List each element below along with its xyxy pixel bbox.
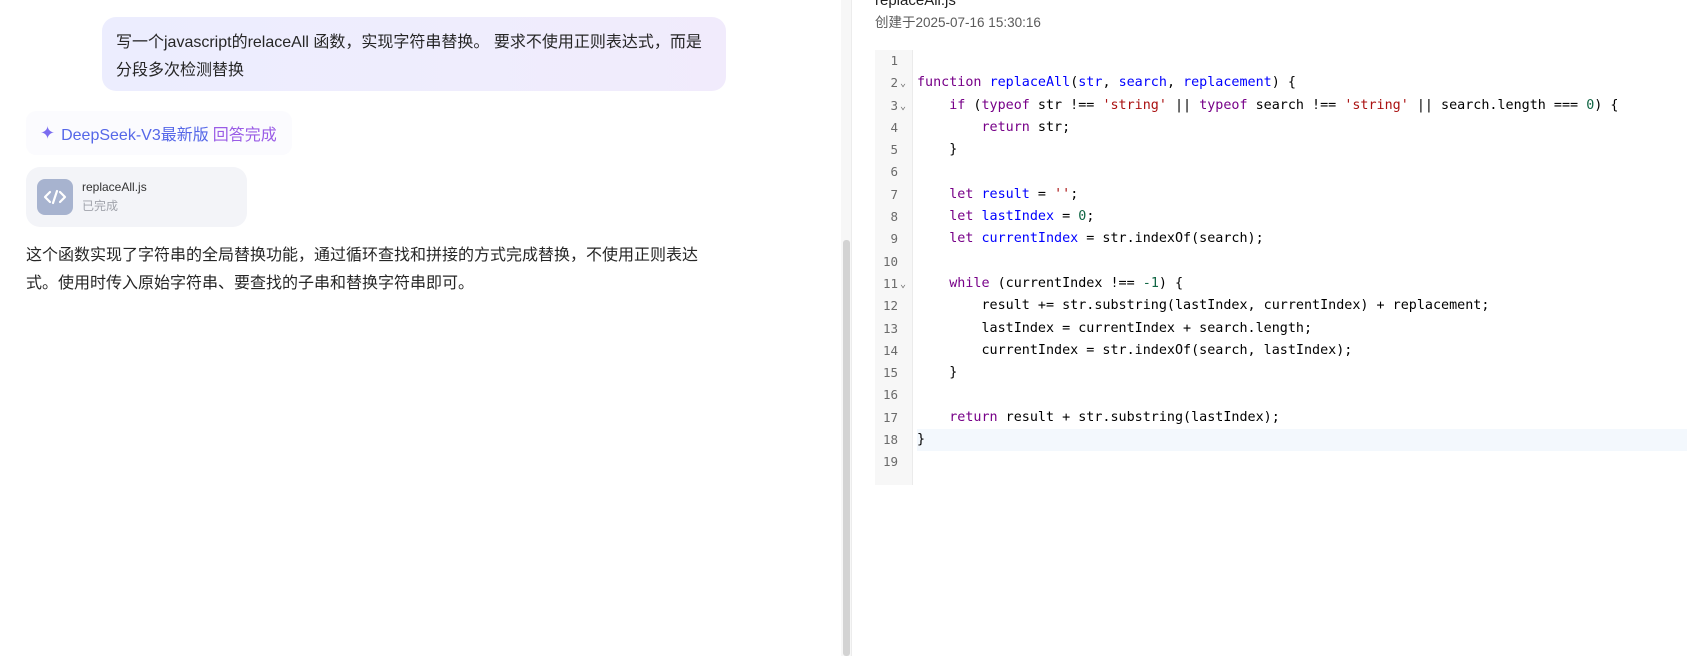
code-file-title: replaceAll.js bbox=[875, 0, 956, 9]
line-number: 19 bbox=[882, 454, 898, 470]
code-line[interactable]: 7 let result = ''; bbox=[875, 184, 1687, 206]
code-line[interactable]: 14 currentIndex = str.indexOf(search, la… bbox=[875, 340, 1687, 362]
code-line[interactable]: 2 ⌄ function replaceAll(str, search, repla… bbox=[875, 72, 1687, 94]
code-text: if (typeof str !== 'string' || typeof se… bbox=[949, 97, 1619, 113]
line-number: 13 bbox=[882, 320, 898, 336]
code-line[interactable]: 19 bbox=[875, 451, 1687, 473]
chat-pane: 写一个javascript的relaceAll 函数，实现字符串替换。 要求不使… bbox=[0, 0, 790, 656]
answer-status: 回答完成 bbox=[212, 127, 277, 144]
code-line[interactable]: 6 bbox=[875, 161, 1687, 183]
code-line[interactable]: 17 return result + str.substring(lastInd… bbox=[875, 407, 1687, 429]
model-name: DeepSeek-V3最新版 bbox=[61, 127, 209, 144]
code-icon bbox=[37, 179, 73, 215]
code-line[interactable]: 11 ⌄ while (currentIndex !== -1) { bbox=[875, 273, 1687, 295]
code-line[interactable]: 4 return str; bbox=[875, 117, 1687, 139]
fold-chevron-icon[interactable]: ⌄ bbox=[900, 96, 906, 118]
code-line[interactable]: 12 result += str.substring(lastIndex, cu… bbox=[875, 295, 1687, 317]
code-line[interactable]: 9 let currentIndex = str.indexOf(search)… bbox=[875, 228, 1687, 250]
code-line[interactable]: 15 } bbox=[875, 362, 1687, 384]
code-text: let currentIndex = str.indexOf(search); bbox=[949, 231, 1264, 247]
code-line[interactable]: 16 bbox=[875, 384, 1687, 406]
line-number: 9 bbox=[890, 231, 898, 247]
line-number: 11 bbox=[882, 275, 898, 291]
fold-chevron-icon[interactable]: ⌄ bbox=[900, 73, 906, 95]
line-number: 4 bbox=[890, 119, 898, 135]
code-text: lastIndex = currentIndex + search.length… bbox=[917, 320, 1313, 336]
code-line[interactable]: 13 lastIndex = currentIndex + search.len… bbox=[875, 318, 1687, 340]
code-line[interactable]: 18} bbox=[875, 429, 1687, 452]
line-number: 5 bbox=[890, 142, 898, 158]
line-number: 14 bbox=[882, 342, 898, 358]
fold-chevron-icon[interactable]: ⌄ bbox=[900, 274, 906, 296]
line-number: 18 bbox=[882, 432, 898, 448]
file-card[interactable]: replaceAll.js 已完成 bbox=[26, 167, 247, 227]
code-editor[interactable]: 1 2 ⌄ function replaceAll(str, search, rep… bbox=[875, 50, 1687, 485]
line-number: 3 bbox=[890, 97, 898, 113]
line-number: 6 bbox=[890, 164, 898, 180]
line-number: 12 bbox=[882, 298, 898, 314]
code-text: function replaceAll(str, search, replace… bbox=[917, 75, 1296, 91]
code-line[interactable]: 1 bbox=[875, 50, 1687, 72]
code-text: } bbox=[917, 429, 1687, 452]
code-text: let result = ''; bbox=[949, 186, 1079, 202]
line-number: 7 bbox=[890, 186, 898, 202]
line-number: 8 bbox=[890, 209, 898, 225]
code-text: while (currentIndex !== -1) { bbox=[949, 275, 1184, 291]
code-line[interactable]: 3 ⌄ if (typeof str !== 'string' || typeof… bbox=[875, 95, 1687, 117]
line-number: 16 bbox=[882, 387, 898, 403]
model-status-pill[interactable]: ✦ DeepSeek-V3最新版 回答完成 bbox=[26, 111, 292, 155]
line-number: 1 bbox=[890, 53, 898, 68]
file-status: 已完成 bbox=[82, 199, 119, 213]
code-text: } bbox=[917, 142, 958, 158]
code-text: } bbox=[917, 365, 958, 381]
code-preview-pane: replaceAll.js 创建于2025-07-16 15:30:16 1 2… bbox=[852, 0, 1687, 656]
code-line[interactable]: 5 } bbox=[875, 139, 1687, 161]
code-text: let lastIndex = 0; bbox=[949, 209, 1095, 225]
user-message-bubble: 写一个javascript的relaceAll 函数，实现字符串替换。 要求不使… bbox=[102, 17, 726, 91]
code-text: currentIndex = str.indexOf(search, lastI… bbox=[917, 342, 1353, 358]
file-name: replaceAll.js bbox=[82, 180, 147, 194]
chat-scrollbar-thumb[interactable] bbox=[843, 240, 850, 656]
code-created-time: 创建于2025-07-16 15:30:16 bbox=[875, 15, 1041, 30]
code-line[interactable]: 10 bbox=[875, 251, 1687, 273]
code-text: return str; bbox=[981, 119, 1071, 135]
code-text: result += str.substring(lastIndex, curre… bbox=[917, 298, 1490, 314]
assistant-answer: 这个函数实现了字符串的全局替换功能，通过循环查找和拼接的方式完成替换，不使用正则… bbox=[26, 247, 699, 292]
sparkle-icon: ✦ bbox=[40, 123, 56, 143]
code-line[interactable]: 8 let lastIndex = 0; bbox=[875, 206, 1687, 228]
line-number: 10 bbox=[882, 253, 898, 269]
line-number: 2 bbox=[890, 75, 898, 91]
line-number: 17 bbox=[882, 409, 898, 425]
code-text: return result + str.substring(lastIndex)… bbox=[949, 409, 1280, 425]
line-number: 15 bbox=[882, 365, 898, 381]
